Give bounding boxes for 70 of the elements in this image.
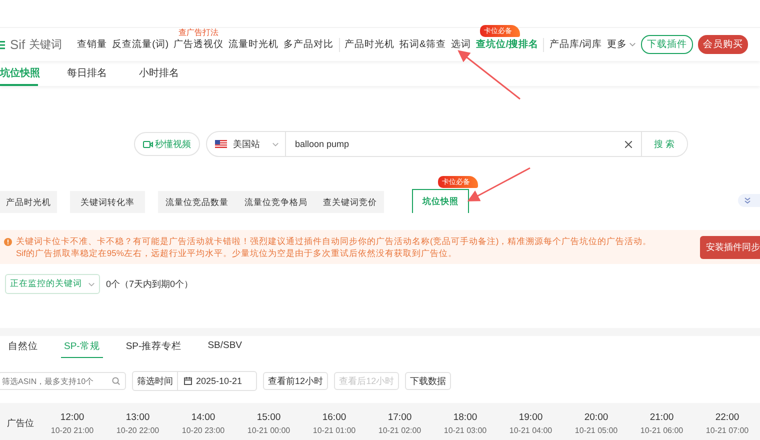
column-hour: 14:00 (191, 412, 216, 422)
membership-button[interactable]: 会员购买 (698, 35, 748, 54)
column-local-time: 10-20 23:00 (182, 426, 225, 434)
notice-text: Sif的广告抓取率稳定在95%左右，远超行业平均水平。少量坑位为空是由于多次重试后依然没有获取到广告位。 (16, 247, 458, 259)
tool-tab[interactable]: 关键词转化率 (70, 191, 145, 213)
column-hour: 13:00 (126, 412, 150, 422)
filter-button[interactable]: 查看前12小时 (263, 372, 328, 390)
time-filter-label: 筛选时间 (133, 372, 178, 390)
logo-text: Sif (10, 37, 26, 52)
nav-link[interactable]: 拓词&筛查 (400, 38, 446, 51)
column-hour: 18:00 (453, 412, 478, 422)
site-select[interactable]: 美国站 (207, 132, 286, 156)
page-tab[interactable]: 每日排名 (58, 61, 116, 86)
tool-tab[interactable]: 查关键词竞价 (316, 191, 384, 213)
nav-link[interactable]: 查销量 (77, 38, 108, 51)
asin-filter-field[interactable]: 筛选ASIN，最多支持10个 (0, 372, 126, 390)
column-hour: 17:00 (388, 412, 412, 422)
placement-tab[interactable]: 自然位 (5, 340, 41, 358)
column-hour: 19:00 (518, 412, 543, 422)
column-local-time: 10-21 02:00 (378, 426, 422, 434)
column-local-time: 10-21 00:00 (247, 426, 290, 434)
caret-icon (88, 282, 95, 286)
promo-tag: 查广告打法 (178, 27, 218, 38)
annotation-arrow (458, 50, 520, 100)
column-local-time: 10-20 21:00 (50, 426, 94, 434)
filter-button[interactable]: 下载数据 (405, 372, 452, 390)
notice-text: 关键词卡位卡不准、卡不稳？有可能是广告活动就卡错啦！强烈建议通过插件自动同步你的广告活动名称(竞品可手动备注)，精准溯源每个广告坑位的广告活动。 (16, 235, 653, 247)
column-local-time: 10-21 07:00 (706, 426, 749, 434)
column-hour: 15:00 (256, 412, 281, 422)
column-local-time: 10-20 22:00 (116, 426, 160, 434)
video-icon (143, 140, 153, 148)
tool-tab[interactable]: 流量位竞争格局 (236, 191, 316, 213)
header-cell-text: 广告位 (6, 416, 35, 430)
nav-link[interactable]: 多产品对比 (284, 38, 334, 51)
placement-tab[interactable]: SP-推荐专栏 (122, 340, 185, 358)
search-icon (112, 377, 120, 385)
flag-icon (215, 140, 227, 148)
calendar-icon (184, 377, 192, 385)
double-chevron-icon (744, 197, 751, 204)
install-plugin-button[interactable]: 安装插件同步 (700, 236, 760, 258)
nav-link[interactable]: 流量时光机 (228, 38, 278, 51)
column-local-time: 10-21 05:00 (574, 426, 618, 434)
page-tab[interactable]: 小时排名 (130, 61, 188, 86)
tool-tab[interactable]: 产品时光机 (0, 191, 57, 213)
column-local-time: 10-21 01:00 (312, 426, 356, 434)
logo-subtitle: 关键词 (29, 38, 62, 52)
nav-link[interactable]: 反查流量(词) (112, 38, 168, 51)
column-local-time: 10-21 06:00 (640, 426, 684, 434)
column-hour: 12:00 (60, 412, 84, 422)
close-icon[interactable] (625, 140, 632, 148)
column-hour: 21:00 (650, 412, 674, 422)
nav-link[interactable]: 广告透视仪 (174, 38, 224, 51)
column-hour: 20:00 (584, 412, 608, 422)
caret-icon (272, 142, 279, 146)
nav-link[interactable]: 产品时光机 (344, 38, 394, 51)
column-local-time: 10-21 04:00 (509, 426, 552, 434)
date-picker[interactable]: 2025-10-21 (178, 372, 256, 390)
placement-tab[interactable]: SB/SBV (204, 340, 246, 358)
logo-icon (0, 40, 6, 50)
tool-tab[interactable]: 流量位竞品数量 (158, 191, 236, 213)
column-hour: 16:00 (322, 412, 346, 422)
column-hour: 22:00 (715, 412, 740, 422)
warning-icon (4, 238, 12, 246)
nav-link[interactable]: 选词 (450, 38, 471, 51)
nav-link[interactable]: 产品库/词库 (549, 38, 602, 51)
column-local-time: 10-21 03:00 (444, 426, 487, 434)
keyword-count: 0个（7天内到期0个） (106, 278, 194, 290)
search-field[interactable]: 美国站 balloon pump 搜 索 (206, 131, 688, 157)
caret-icon (629, 42, 636, 47)
more-menu[interactable]: 更多 (607, 38, 636, 51)
